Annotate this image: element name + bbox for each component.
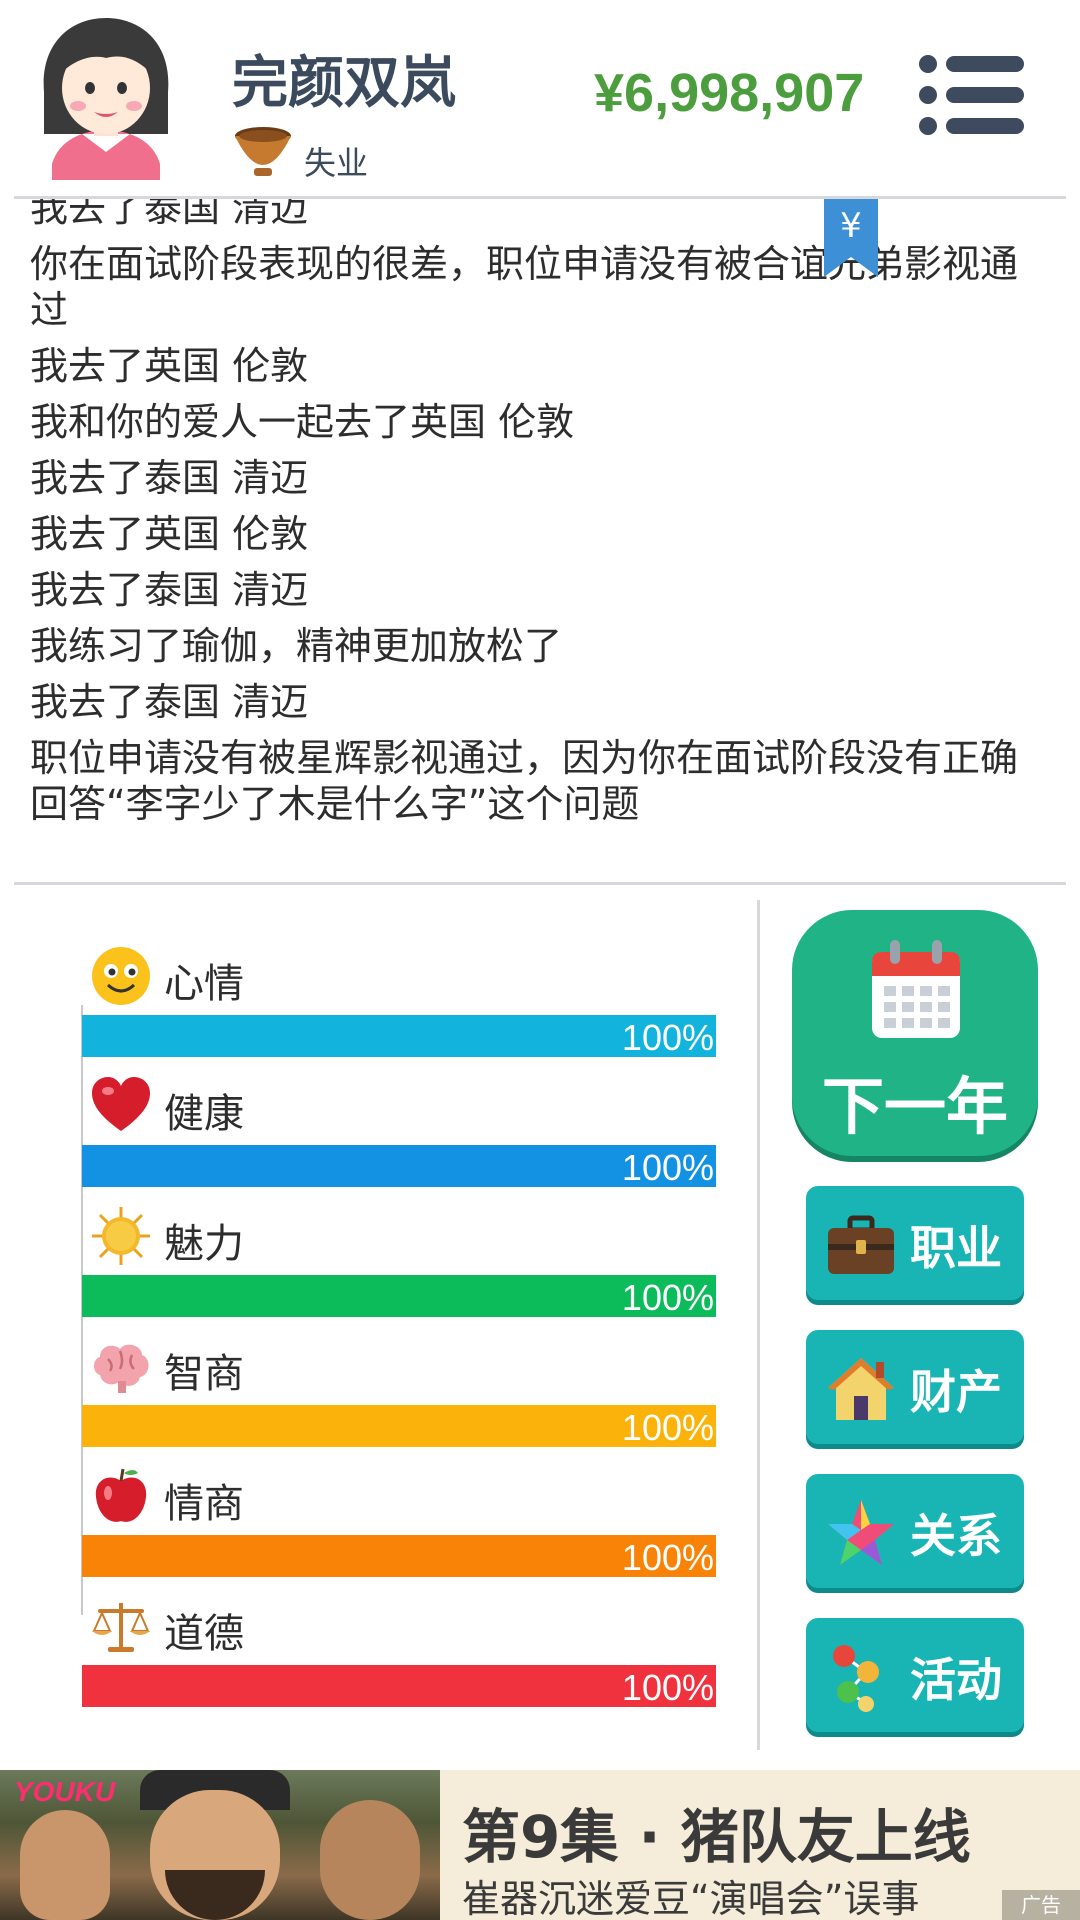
- stat-bar-fill: 100%: [82, 1405, 716, 1448]
- header: 完颜双岚 失业 ¥6,998,907: [0, 0, 1080, 196]
- stat-label: 心情: [164, 961, 244, 1007]
- stat-bar: 100%: [82, 1535, 716, 1578]
- stat-percent: 100%: [621, 1017, 714, 1058]
- money-balance: ¥6,998,907: [594, 63, 865, 123]
- stat-row: 心情 100%: [0, 945, 760, 1075]
- stat-label: 道德: [164, 1611, 244, 1657]
- property-button[interactable]: 财产: [806, 1330, 1024, 1444]
- log-line: 我去了泰国 清迈: [30, 568, 309, 612]
- ad-subtitle: 崔器沉迷爱豆“演唱会”误事: [462, 1877, 920, 1920]
- event-log-list: 我去了泰国 清迈 你在面试阶段表现的很差，职位申请没有被合谊兄弟影视通过 我去了英国…: [30, 199, 1040, 837]
- log-line: 我练习了瑜伽，精神更加放松了: [30, 624, 563, 668]
- sun-icon: [90, 1205, 152, 1267]
- event-log[interactable]: 我去了泰国 清迈 你在面试阶段表现的很差，职位申请没有被合谊兄弟影视通过 我去了英国…: [0, 199, 1080, 882]
- log-line: 我和你的爱人一起去了英国 伦敦: [30, 400, 575, 444]
- menu-icon[interactable]: [918, 54, 1026, 136]
- next-year-button[interactable]: 下一年: [792, 910, 1038, 1156]
- stat-bar: 100%: [82, 1145, 716, 1188]
- stat-row: 健康 100%: [0, 1075, 760, 1205]
- stat-percent: 100%: [621, 1667, 714, 1708]
- log-line: 我去了英国 伦敦: [30, 344, 309, 388]
- stat-percent: 100%: [621, 1537, 714, 1578]
- house-icon: [828, 1358, 894, 1420]
- stat-percent: 100%: [621, 1407, 714, 1448]
- stat-label: 魅力: [164, 1221, 244, 1267]
- stat-row: 智商 100%: [0, 1335, 760, 1465]
- star-icon: [828, 1500, 894, 1565]
- bowl-icon: [235, 127, 291, 176]
- stat-row: 情商 100%: [0, 1465, 760, 1595]
- stat-bar-fill: 100%: [82, 1015, 716, 1058]
- stat-bar: 100%: [82, 1665, 716, 1708]
- stat-label: 智商: [164, 1351, 244, 1397]
- log-line: 我去了英国 伦敦: [30, 512, 309, 556]
- career-button[interactable]: 职业: [806, 1186, 1024, 1300]
- job-status: 失业: [304, 144, 369, 182]
- player-name: 完颜双岚: [232, 51, 456, 116]
- ad-logo: YOUKU: [14, 1776, 116, 1807]
- activities-label: 活动: [910, 1653, 1002, 1707]
- bookmark-symbol: ¥: [840, 206, 862, 246]
- stat-bar-fill: 100%: [82, 1535, 716, 1578]
- ad-banner[interactable]: YOUKU 第9集 · 猪队友上线 崔器沉迷爱豆“演唱会”误事 广告: [0, 1770, 1080, 1920]
- stat-bar-fill: 100%: [82, 1145, 716, 1188]
- property-label: 财产: [910, 1365, 1002, 1419]
- next-year-label: 下一年: [821, 1070, 1008, 1143]
- career-label: 职业: [910, 1221, 1002, 1275]
- avatar[interactable]: [30, 14, 182, 180]
- stat-bar: 100%: [82, 1015, 716, 1058]
- log-line: 职位申请没有被星辉影视通过，因为你在面试阶段没有正确回答“李字少了木是什么字”这…: [30, 736, 1019, 826]
- stat-percent: 100%: [621, 1147, 714, 1188]
- vertical-divider: [757, 900, 760, 1750]
- stat-bar-fill: 100%: [82, 1275, 716, 1318]
- log-line: 你在面试阶段表现的很差，职位申请没有被合谊兄弟影视通过: [30, 242, 1019, 332]
- activities-button[interactable]: 活动: [806, 1618, 1024, 1732]
- stat-bar-fill: 100%: [82, 1665, 716, 1708]
- stat-bar: 100%: [82, 1275, 716, 1318]
- stat-label: 情商: [164, 1481, 244, 1527]
- scales-icon: [90, 1595, 152, 1657]
- stat-row: 道德 100%: [0, 1595, 760, 1725]
- relations-button[interactable]: 关系: [806, 1474, 1024, 1588]
- log-line: 我去了泰国 清迈: [30, 456, 309, 500]
- smiley-icon: [90, 945, 152, 1007]
- ad-title: 第9集 · 猪队友上线: [462, 1803, 971, 1871]
- brain-icon: [90, 1335, 152, 1397]
- relations-label: 关系: [910, 1509, 1002, 1563]
- calendar-icon: [872, 940, 960, 1038]
- stat-percent: 100%: [621, 1277, 714, 1318]
- stats-panel: 心情 100% 健康 100% 魅力 100% 智商 100% 情商 100% 道德 100%: [0, 885, 760, 1765]
- apple-icon: [90, 1465, 152, 1527]
- money-bookmark-icon[interactable]: ¥: [824, 199, 878, 277]
- activity-dots-icon: [833, 1645, 879, 1712]
- stat-row: 魅力 100%: [0, 1205, 760, 1335]
- briefcase-icon: [828, 1215, 894, 1274]
- ad-tag: 广告: [1002, 1890, 1080, 1920]
- log-line: 我去了泰国 清迈: [30, 199, 309, 230]
- stat-bar: 100%: [82, 1405, 716, 1448]
- heart-icon: [90, 1075, 152, 1137]
- log-line: 我去了泰国 清迈: [30, 680, 309, 724]
- stat-label: 健康: [164, 1091, 244, 1137]
